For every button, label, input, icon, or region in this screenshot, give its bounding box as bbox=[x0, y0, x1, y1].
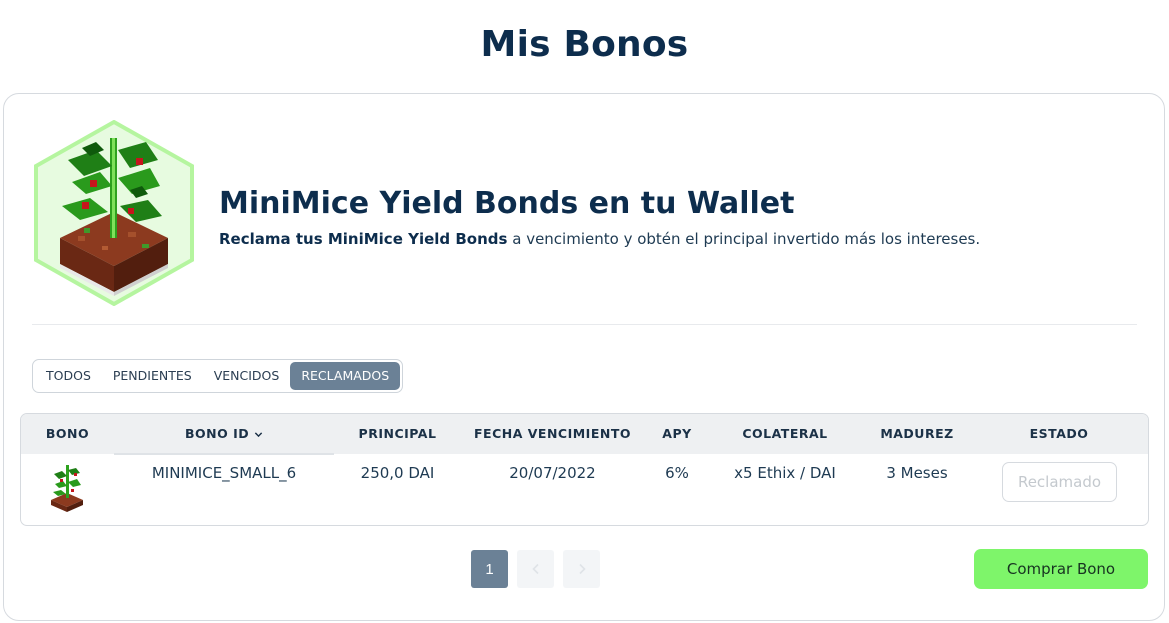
hero-subtitle: Reclama tus MiniMice Yield Bonds a venci… bbox=[219, 230, 980, 248]
header-bono-id[interactable]: BONO ID bbox=[114, 414, 334, 454]
claimed-status-button[interactable]: Reclamado bbox=[1002, 462, 1117, 502]
table-header: BONO BONO ID PRINCIPAL FECHA VENCIMIENTO… bbox=[21, 414, 1148, 455]
cell-colateral: x5 Ethix / DAI bbox=[734, 464, 836, 482]
header-principal: PRINCIPAL bbox=[358, 426, 437, 441]
hero-subtitle-rest: a vencimiento y obtén el principal inver… bbox=[507, 230, 981, 248]
header-apy: APY bbox=[662, 426, 692, 441]
header-madurez: MADUREZ bbox=[880, 426, 954, 441]
sort-underline bbox=[114, 453, 334, 455]
divider bbox=[32, 324, 1137, 325]
tab-vencidos[interactable]: VENCIDOS bbox=[203, 362, 291, 390]
header-bono: BONO bbox=[45, 426, 90, 441]
filter-tabs: TODOS PENDIENTES VENCIDOS RECLAMADOS bbox=[32, 359, 404, 393]
cell-fecha-vencimiento: 20/07/2022 bbox=[509, 464, 596, 482]
bonds-table: BONO BONO ID PRINCIPAL FECHA VENCIMIENTO… bbox=[20, 413, 1149, 526]
tab-pendientes[interactable]: PENDIENTES bbox=[102, 362, 203, 390]
tab-reclamados[interactable]: RECLAMADOS bbox=[290, 362, 401, 390]
hero-title: MiniMice Yield Bonds en tu Wallet bbox=[219, 186, 795, 221]
plant-voxel-icon bbox=[51, 465, 83, 512]
cell-apy: 6% bbox=[665, 464, 689, 482]
cell-madurez: 3 Meses bbox=[886, 464, 948, 482]
header-bono-id-label: BONO ID bbox=[185, 426, 250, 441]
cell-principal: 250,0 DAI bbox=[360, 464, 435, 482]
tab-todos[interactable]: TODOS bbox=[35, 362, 102, 390]
prev-page-button[interactable] bbox=[517, 550, 554, 588]
pagination: 1 bbox=[471, 550, 600, 588]
chevron-down-icon bbox=[254, 432, 263, 438]
header-fecha-vencimiento: FECHA VENCIMIENTO bbox=[474, 426, 631, 441]
chevron-right-icon bbox=[578, 563, 586, 575]
hero-subtitle-bold: Reclama tus MiniMice Yield Bonds bbox=[219, 230, 508, 248]
cell-bono-id: MINIMICE_SMALL_6 bbox=[151, 464, 297, 482]
header-estado: ESTADO bbox=[1029, 426, 1089, 441]
next-page-button[interactable] bbox=[563, 550, 600, 588]
bonds-card: MiniMice Yield Bonds en tu Wallet Reclam… bbox=[3, 93, 1165, 621]
page-1-button[interactable]: 1 bbox=[471, 550, 508, 588]
header-colateral: COLATERAL bbox=[742, 426, 828, 441]
page-title: Mis Bonos bbox=[480, 24, 689, 65]
chevron-left-icon bbox=[531, 563, 539, 575]
plant-voxel-icon bbox=[34, 120, 194, 306]
buy-bond-button[interactable]: Comprar Bono bbox=[974, 549, 1148, 589]
